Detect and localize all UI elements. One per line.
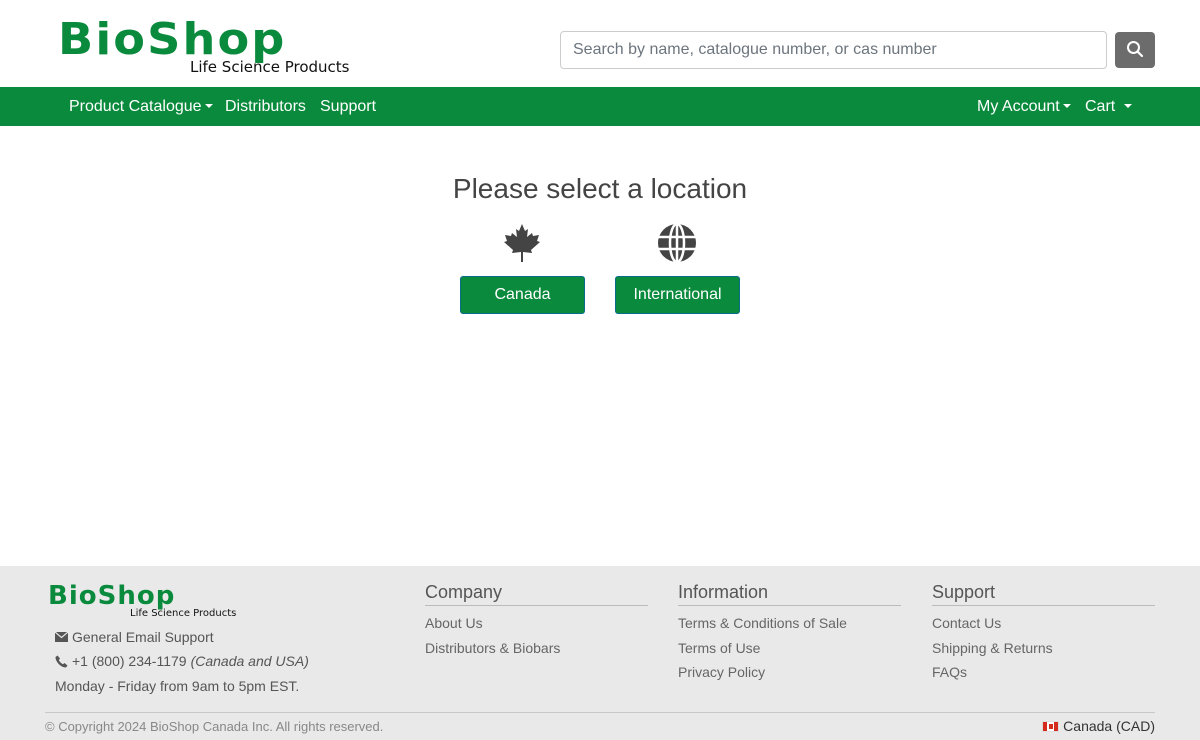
canada-flag-icon (1042, 720, 1060, 732)
caret-down-icon (1124, 103, 1133, 108)
nav-label: Product Catalogue (69, 98, 202, 115)
region-selector[interactable]: Canada (CAD) (1042, 718, 1155, 734)
nav-support[interactable]: Support (320, 87, 376, 126)
logo-text: BioShop (58, 14, 287, 65)
email-support-label: General Email Support (72, 629, 214, 645)
footer-logo-text: BioShop (48, 581, 176, 611)
nav-label: Cart (1085, 98, 1116, 115)
caret-down-icon (1062, 103, 1071, 108)
footer-information-column: Information Terms & Conditions of Sale T… (678, 582, 901, 681)
maple-leaf-icon (502, 223, 542, 263)
nav-cart[interactable]: Cart (1085, 87, 1133, 126)
footer-link-distributors-biobars[interactable]: Distributors & Biobars (425, 640, 648, 657)
nav-label: Support (320, 98, 377, 115)
footer-logo-tagline: Life Science Products (130, 608, 237, 619)
search-input[interactable] (560, 31, 1107, 69)
footer-column-title: Information (678, 582, 901, 606)
site-header: BioShop Life Science Products (0, 0, 1200, 87)
international-button[interactable]: International (615, 276, 740, 314)
footer-link-privacy-policy[interactable]: Privacy Policy (678, 664, 901, 681)
footer-link-shipping-returns[interactable]: Shipping & Returns (932, 640, 1155, 657)
envelope-icon (55, 632, 68, 642)
logo-tagline: Life Science Products (190, 58, 350, 76)
site-footer: BioShop Life Science Products General Em… (0, 566, 1200, 740)
copyright-text: © Copyright 2024 BioShop Canada Inc. All… (45, 719, 384, 734)
footer-support-column: Support Contact Us Shipping & Returns FA… (932, 582, 1155, 681)
nav-my-account[interactable]: My Account (977, 87, 1071, 126)
nav-product-catalogue[interactable]: Product Catalogue (69, 87, 213, 126)
footer-company-column: Company About Us Distributors & Biobars (425, 582, 648, 656)
phone-icon (55, 655, 68, 668)
business-hours: Monday - Friday from 9am to 5pm EST. (55, 678, 300, 694)
footer-link-terms-of-use[interactable]: Terms of Use (678, 640, 901, 657)
search-icon (1126, 40, 1144, 61)
footer-link-contact-us[interactable]: Contact Us (932, 615, 1155, 632)
email-support-link[interactable]: General Email Support (55, 629, 214, 645)
footer-column-title: Company (425, 582, 648, 606)
globe-icon (657, 222, 697, 264)
nav-label: Distributors (225, 98, 306, 115)
footer-link-terms-conditions[interactable]: Terms & Conditions of Sale (678, 615, 901, 632)
caret-down-icon (204, 103, 213, 108)
canada-button[interactable]: Canada (460, 276, 585, 314)
footer-column-title: Support (932, 582, 1155, 606)
nav-label: My Account (977, 98, 1060, 115)
phone-note: (Canada and USA) (190, 653, 309, 669)
page-title: Please select a location (452, 173, 748, 204)
search-button[interactable] (1115, 32, 1155, 68)
phone-number: +1 (800) 234-1179 (72, 653, 187, 669)
footer-link-faqs[interactable]: FAQs (932, 664, 1155, 681)
phone-line: +1 (800) 234-1179 (Canada and USA) (55, 653, 309, 669)
footer-link-about-us[interactable]: About Us (425, 615, 648, 632)
region-label: Canada (CAD) (1063, 718, 1155, 734)
bioshop-logo[interactable]: BioShop Life Science Products (58, 18, 358, 80)
main-navbar: Product Catalogue Distributors Support M… (0, 87, 1200, 126)
nav-distributors[interactable]: Distributors (225, 87, 306, 126)
footer-logo[interactable]: BioShop Life Science Products (48, 582, 248, 622)
footer-divider (45, 712, 1155, 713)
